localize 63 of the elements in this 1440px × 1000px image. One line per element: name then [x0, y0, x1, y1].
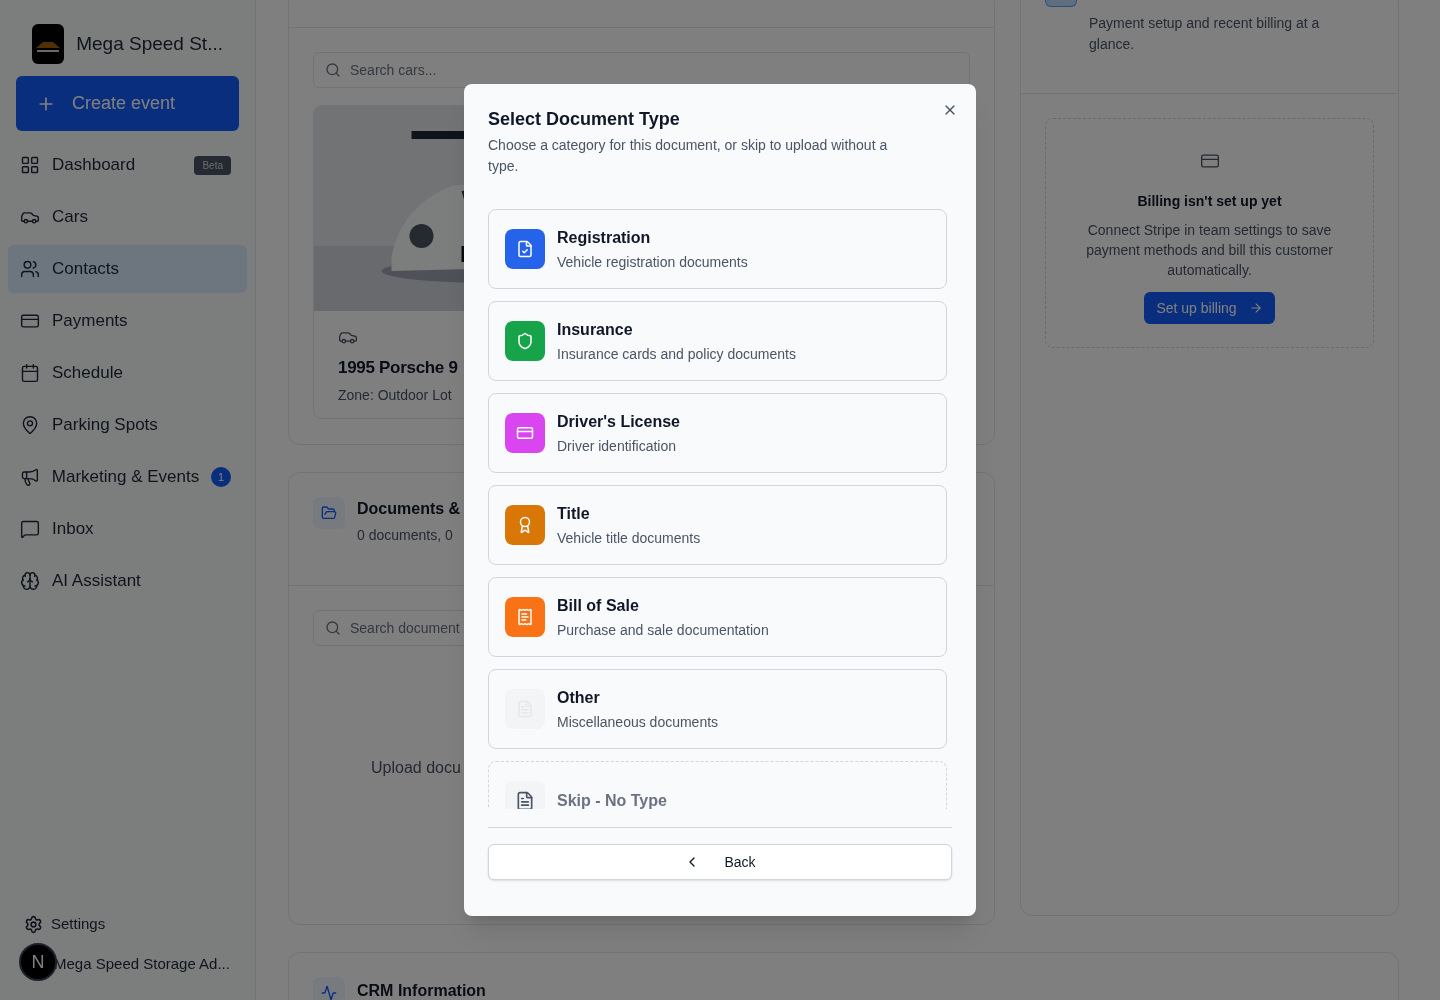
option-title: Insurance: [557, 319, 634, 340]
dashboard-icon: [20, 155, 40, 175]
settings-link[interactable]: Settings: [8, 908, 247, 940]
nav-item[interactable]: Contacts: [8, 245, 247, 293]
document-type-option[interactable]: Registration Vehicle registration documents: [488, 209, 947, 289]
crm-title: CRM Information: [357, 980, 486, 1000]
create-event-button[interactable]: Create event: [16, 76, 239, 131]
documents-title: Documents &: [357, 498, 461, 519]
document-type-option[interactable]: Bill of Sale Purchase and sale documentation: [488, 577, 947, 657]
map-pin-icon: [20, 415, 40, 435]
brand-name: Mega Speed St...: [76, 31, 223, 56]
option-title: Title: [557, 503, 591, 524]
upload-text: Upload docu: [371, 757, 461, 778]
document-type-option[interactable]: Insurance Insurance cards and policy documents: [488, 301, 947, 381]
megaphone-icon: [20, 467, 40, 487]
car-zone: Zone: Outdoor Lot: [338, 385, 452, 405]
option-subtitle: Purchase and sale documentation: [557, 620, 769, 640]
option-title: Registration: [557, 227, 652, 248]
document-type-option[interactable]: Other Miscellaneous documents: [488, 669, 947, 749]
credit-card-icon: [20, 311, 40, 331]
option-title: Bill of Sale: [557, 595, 640, 616]
search-icon: [325, 619, 341, 636]
beta-badge: Beta: [194, 155, 231, 175]
nav-item[interactable]: AI Assistant: [8, 557, 247, 605]
search-field[interactable]: Search cars...: [313, 52, 970, 88]
logo-icon: [32, 24, 65, 64]
nav-item[interactable]: Schedule: [8, 349, 247, 397]
empty-title: Billing isn't set up yet: [1137, 192, 1282, 211]
option-subtitle: Insurance cards and policy documents: [557, 344, 796, 364]
nav-item[interactable]: Cars: [8, 193, 247, 241]
option-subtitle: Vehicle registration documents: [557, 252, 748, 272]
nav-item[interactable]: Inbox: [8, 505, 247, 553]
option-subtitle: Vehicle title documents: [557, 528, 701, 548]
users-icon: [20, 259, 40, 279]
skip-option[interactable]: Skip - No Type: [488, 761, 947, 809]
nav-item[interactable]: Parking Spots: [8, 401, 247, 449]
option-subtitle: Driver identification: [557, 436, 678, 456]
calendar-icon: [20, 363, 40, 383]
car-title: 1995 Porsche 9: [338, 357, 458, 379]
dialog-title: Select Document Type: [488, 108, 681, 130]
dialog-description: Choose a category for this document, or skip to upload without a type.: [488, 136, 889, 176]
message-icon: [20, 519, 40, 539]
option-title: Other: [557, 687, 601, 708]
document-icon: [505, 781, 545, 809]
search-icon: [325, 62, 341, 78]
nav-item[interactable]: Payments: [8, 297, 247, 345]
folder-icon: [313, 496, 345, 529]
option-title: Driver's License: [557, 411, 680, 432]
nav-item[interactable]: Dashboard Beta: [8, 141, 247, 189]
count-badge: 1: [211, 467, 231, 487]
activity-icon: [313, 976, 345, 1000]
documents-subtitle: 0 documents, 0: [357, 525, 453, 545]
empty-text: Connect Stripe in team settings to save payment methods and bill this customer automatically.: [1085, 221, 1334, 280]
document-type-option[interactable]: Title Vehicle title documents: [488, 485, 947, 565]
billing-description: Payment setup and recent billing at a glance.: [1089, 14, 1321, 54]
back-button[interactable]: Back: [488, 844, 952, 880]
nav-item[interactable]: Marketing & Events 1: [8, 453, 247, 501]
settings-icon: [24, 914, 43, 934]
brain-icon: [20, 571, 40, 591]
document-type-option[interactable]: Driver's License Driver identification: [488, 393, 947, 473]
set-up-billing-button[interactable]: Set up billing: [1144, 292, 1275, 324]
arrow-right-icon: [1248, 301, 1263, 315]
option-subtitle: Miscellaneous documents: [557, 712, 719, 732]
